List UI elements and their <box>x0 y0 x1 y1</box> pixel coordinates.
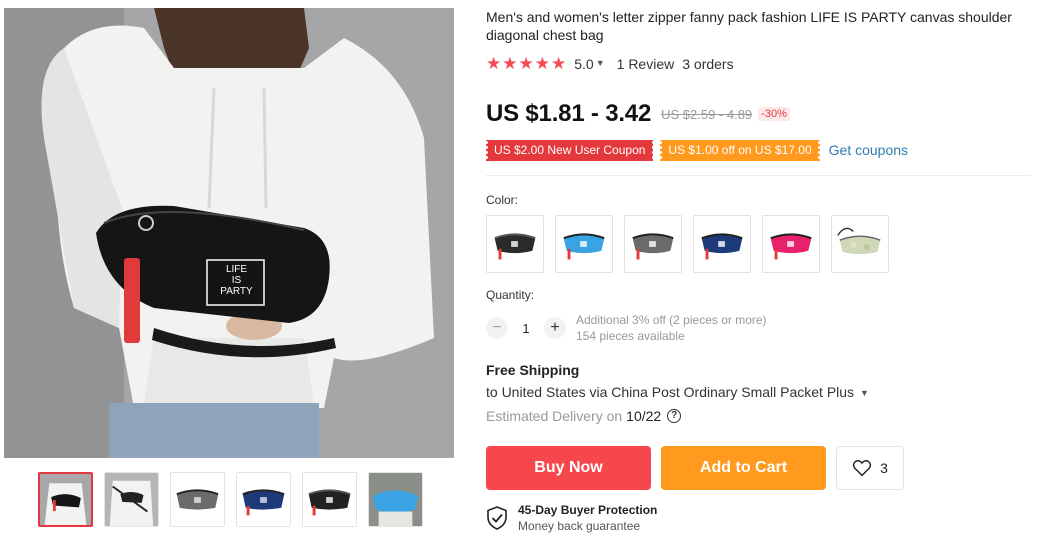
swatch-rose-red[interactable] <box>762 215 820 273</box>
get-coupons-link[interactable]: Get coupons <box>829 142 908 158</box>
quantity-stepper: − 1 + Additional 3% off (2 pieces or mor… <box>486 312 1031 344</box>
quantity-note: Additional 3% off (2 pieces or more) 154… <box>576 312 767 344</box>
rating-stars: ★ ★ ★ ★ ★ <box>486 54 567 73</box>
wishlist-count: 3 <box>880 460 888 476</box>
price-row: US $1.81 - 3.42 US $2.59 - 4.89 -30% <box>486 99 1031 129</box>
shipping-method-text: to United States via China Post Ordinary… <box>486 384 855 400</box>
estimated-delivery: Estimated Delivery on 10/22 ? <box>486 408 1031 424</box>
shipping-method[interactable]: to United States via China Post Ordinary… <box>486 384 1031 400</box>
discount-badge: -30% <box>758 107 790 121</box>
bag-print-text: LIFE IS PARTY <box>220 264 253 297</box>
swatch-gray[interactable] <box>624 215 682 273</box>
color-swatches <box>486 215 1031 273</box>
protection-title: 45-Day Buyer Protection <box>518 503 658 517</box>
thumbnail-4[interactable] <box>236 472 291 527</box>
divider <box>486 175 1031 176</box>
swatch-navy[interactable] <box>693 215 751 273</box>
delivery-label: Estimated Delivery on <box>486 408 623 424</box>
star-icon: ★ <box>486 54 502 73</box>
shield-check-icon <box>487 506 507 530</box>
quantity-input[interactable]: 1 <box>508 321 544 336</box>
add-to-cart-button[interactable]: Add to Cart <box>661 446 826 490</box>
thumbnail-5[interactable] <box>302 472 357 527</box>
product-title: Men's and women's letter zipper fanny pa… <box>486 9 1012 43</box>
help-icon[interactable]: ? <box>667 409 682 423</box>
shipping-title: Free Shipping <box>486 362 580 378</box>
star-icon: ★ <box>534 54 550 73</box>
rating-row: ★ ★ ★ ★ ★ 5.0 ▼ 1 Review 3 orders <box>486 55 1031 73</box>
bulk-discount-text: Additional 3% off (2 pieces or more) <box>576 313 767 327</box>
action-buttons: Buy Now Add to Cart 3 <box>486 446 1031 490</box>
star-icon: ★ <box>502 54 518 73</box>
orders-count: 3 orders <box>682 56 734 72</box>
star-icon: ★ <box>518 54 534 73</box>
swatch-black[interactable] <box>486 215 544 273</box>
decrease-quantity-button[interactable]: − <box>486 317 508 339</box>
product-info: Men's and women's letter zipper fanny pa… <box>484 8 1031 533</box>
buy-now-button[interactable]: Buy Now <box>486 446 651 490</box>
thumbnail-6[interactable] <box>368 472 423 527</box>
star-icon: ★ <box>551 54 567 73</box>
delivery-date: 10/22 <box>626 408 662 424</box>
reviews-link[interactable]: 1 Review <box>617 56 675 72</box>
stock-available-text: 154 pieces available <box>576 329 685 343</box>
original-price: US $2.59 - 4.89 <box>661 106 753 122</box>
swatch-sky-blue[interactable] <box>555 215 613 273</box>
wishlist-button[interactable]: 3 <box>836 446 904 490</box>
new-user-coupon[interactable]: US $2.00 New User Coupon <box>484 139 656 161</box>
thumbnail-2[interactable] <box>104 472 159 527</box>
swatch-holographic[interactable] <box>831 215 889 273</box>
heart-icon <box>852 459 872 477</box>
quantity-label: Quantity: <box>486 288 535 302</box>
current-price: US $1.81 - 3.42 <box>486 100 652 127</box>
chevron-down-icon[interactable]: ▼ <box>596 58 605 68</box>
protection-subtitle: Money back guarantee <box>518 519 641 533</box>
thumbnail-strip <box>38 472 423 527</box>
thumbnail-3[interactable] <box>170 472 225 527</box>
increase-quantity-button[interactable]: + <box>544 317 566 339</box>
main-product-image[interactable] <box>4 8 454 458</box>
thumbnail-1[interactable] <box>38 472 93 527</box>
color-label: Color: <box>486 193 519 207</box>
coupon-row: US $2.00 New User Coupon US $1.00 off on… <box>484 139 1031 161</box>
rating-value[interactable]: 5.0 <box>574 56 593 72</box>
buyer-protection: 45-Day Buyer Protection Money back guara… <box>486 503 1031 533</box>
store-coupon[interactable]: US $1.00 off on US $17.00 <box>658 139 822 161</box>
chevron-down-icon: ▼ <box>859 388 869 398</box>
